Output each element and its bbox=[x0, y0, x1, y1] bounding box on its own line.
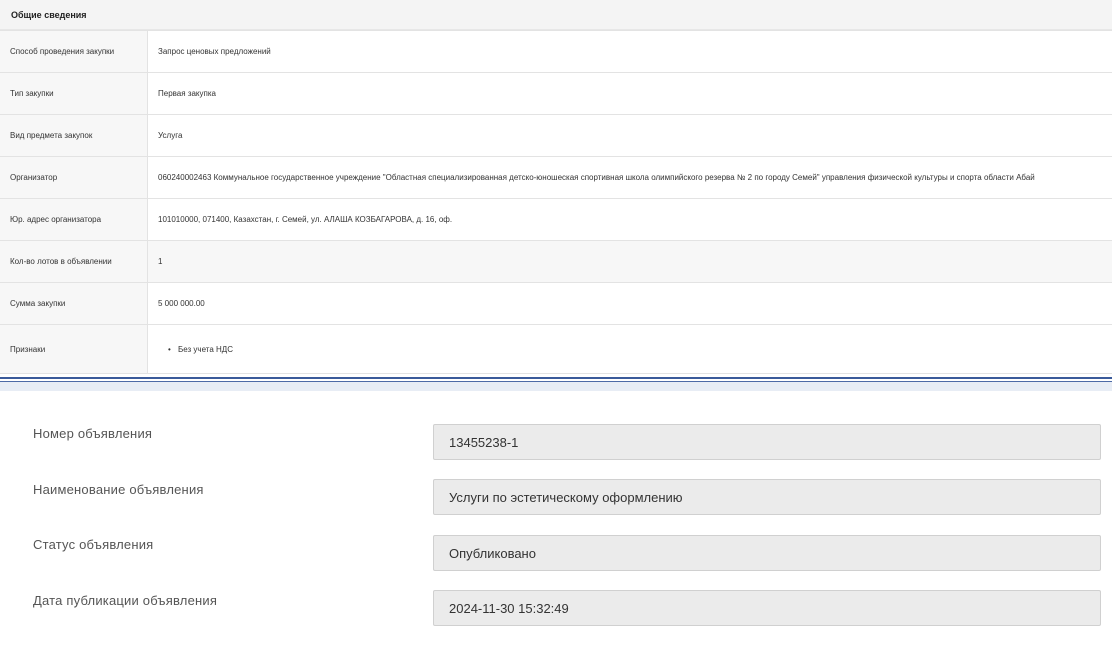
announcement-number-label: Номер объявления bbox=[33, 426, 152, 441]
row-value-organizer-address: 101010000, 071400, Казахстан, г. Семей, … bbox=[148, 199, 1112, 241]
general-info-panel: Общие сведения Способ проведения закупки… bbox=[0, 0, 1112, 374]
table-row: Юр. адрес организатора 101010000, 071400… bbox=[0, 199, 1112, 241]
announcement-name-label: Наименование объявления bbox=[33, 482, 204, 497]
form-row-publication-date: Дата публикации объявления 2024-11-30 15… bbox=[0, 590, 1112, 646]
table-row: Организатор 060240002463 Коммунальное го… bbox=[0, 157, 1112, 199]
row-value-procurement-sum: 5 000 000.00 bbox=[148, 283, 1112, 325]
table-row: Кол-во лотов в объявлении 1 bbox=[0, 241, 1112, 283]
features-list: • Без учета НДС bbox=[158, 345, 1112, 354]
table-row: Способ проведения закупки Запрос ценовых… bbox=[0, 31, 1112, 73]
row-value-lot-count: 1 bbox=[148, 241, 1112, 283]
row-label-subject-type: Вид предмета закупок bbox=[0, 115, 148, 157]
section-divider bbox=[0, 377, 1112, 379]
publication-date-field[interactable]: 2024-11-30 15:32:49 bbox=[433, 590, 1101, 626]
row-label-procurement-sum: Сумма закупки bbox=[0, 283, 148, 325]
list-item: • Без учета НДС bbox=[168, 345, 1112, 354]
row-label-lot-count: Кол-во лотов в объявлении bbox=[0, 241, 148, 283]
form-row-announcement-name: Наименование объявления Услуги по эстети… bbox=[0, 479, 1112, 535]
row-value-procurement-method: Запрос ценовых предложений bbox=[148, 31, 1112, 73]
form-row-announcement-number: Номер объявления 13455238-1 bbox=[0, 424, 1112, 480]
announcement-status-field[interactable]: Опубликовано bbox=[433, 535, 1101, 571]
row-value-subject-type: Услуга bbox=[148, 115, 1112, 157]
row-value-features: • Без учета НДС bbox=[148, 325, 1112, 374]
announcement-name-field[interactable]: Услуги по эстетическому оформлению bbox=[433, 479, 1101, 515]
row-label-procurement-method: Способ проведения закупки bbox=[0, 31, 148, 73]
form-row-announcement-status: Статус объявления Опубликовано bbox=[0, 535, 1112, 591]
section-divider-band bbox=[0, 381, 1112, 391]
announcement-number-field[interactable]: 13455238-1 bbox=[433, 424, 1101, 460]
publication-date-label: Дата публикации объявления bbox=[33, 593, 217, 608]
row-value-procurement-type: Первая закупка bbox=[148, 73, 1112, 115]
bullet-icon: • bbox=[168, 345, 171, 354]
row-label-features: Признаки bbox=[0, 325, 148, 374]
announcement-form: Номер объявления 13455238-1 Наименование… bbox=[0, 392, 1112, 635]
feature-text: Без учета НДС bbox=[178, 345, 233, 354]
table-row: Тип закупки Первая закупка bbox=[0, 73, 1112, 115]
general-info-table: Способ проведения закупки Запрос ценовых… bbox=[0, 30, 1112, 374]
row-label-organizer: Организатор bbox=[0, 157, 148, 199]
section-title: Общие сведения bbox=[0, 0, 1112, 30]
row-label-organizer-address: Юр. адрес организатора bbox=[0, 199, 148, 241]
row-value-organizer: 060240002463 Коммунальное государственно… bbox=[148, 157, 1112, 199]
table-row: Сумма закупки 5 000 000.00 bbox=[0, 283, 1112, 325]
table-row: Признаки • Без учета НДС bbox=[0, 325, 1112, 374]
row-label-procurement-type: Тип закупки bbox=[0, 73, 148, 115]
announcement-status-label: Статус объявления bbox=[33, 537, 153, 552]
table-row: Вид предмета закупок Услуга bbox=[0, 115, 1112, 157]
